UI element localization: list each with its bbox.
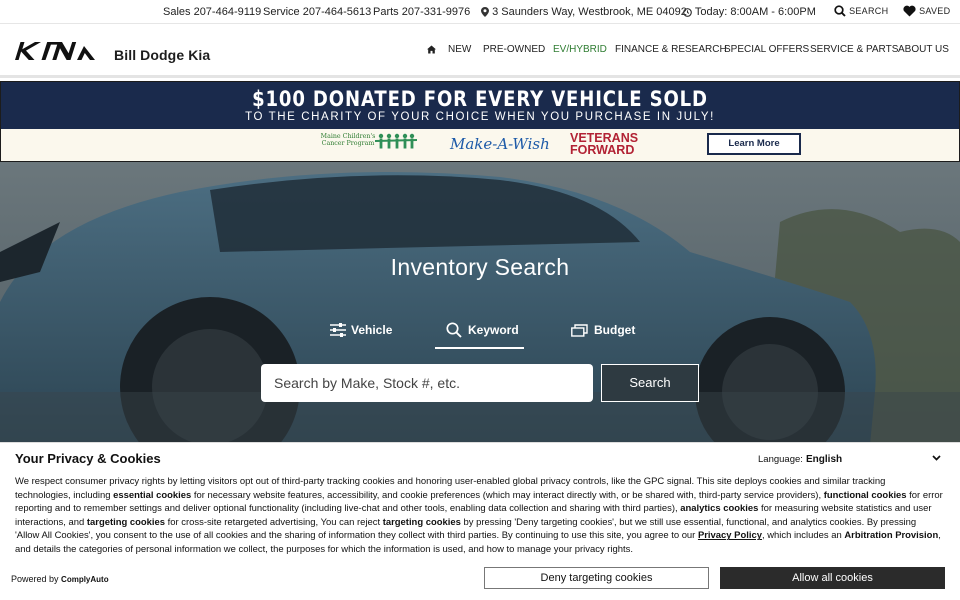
parts-phone-link[interactable]: Parts 207-331-9976 — [373, 6, 470, 18]
cards-icon — [571, 324, 588, 337]
saved-link[interactable]: SAVED — [903, 5, 950, 17]
allow-all-cookies-button[interactable]: Allow all cookies — [720, 567, 945, 589]
home-icon[interactable] — [427, 45, 436, 54]
nav-ev-hybrid[interactable]: EV/HYBRID — [553, 44, 607, 55]
kia-logo[interactable] — [13, 41, 97, 61]
site-header: Bill Dodge Kia NEW PRE-OWNED EV/HYBRID F… — [0, 24, 960, 78]
arbitration-provision-term: Arbitration Provision — [844, 530, 939, 542]
banner-headline: $100 DONATED FOR EVERY VEHICLE SOLD — [252, 87, 708, 111]
nav-finance-research[interactable]: FINANCE & RESEARCH — [615, 44, 727, 55]
tab-keyword[interactable]: Keyword — [435, 317, 524, 349]
promo-banner[interactable]: $100 DONATED FOR EVERY VEHICLE SOLD TO T… — [0, 81, 960, 162]
search-label: SEARCH — [849, 6, 889, 16]
chevron-down-icon — [932, 455, 941, 461]
hero-title: Inventory Search — [390, 254, 570, 280]
privacy-body-text: We respect consumer privacy rights by le… — [15, 475, 943, 557]
tab-keyword-label: Keyword — [468, 323, 519, 337]
banner-logo-strip: Maine Children's Cancer Program Make-A-W… — [1, 129, 959, 161]
service-phone-link[interactable]: Service 207-464-5613 — [263, 6, 371, 18]
nav-pre-owned[interactable]: PRE-OWNED — [483, 44, 545, 55]
clock-icon — [683, 7, 692, 17]
heart-icon — [903, 5, 916, 17]
sliders-icon — [330, 323, 346, 337]
functional-cookies-term: functional cookies — [823, 489, 907, 501]
nav-new[interactable]: NEW — [448, 44, 471, 55]
targeting-cookies-term: targeting cookies — [86, 516, 166, 528]
language-label: Language: — [758, 454, 803, 465]
search-icon — [834, 5, 846, 17]
inventory-search-input[interactable] — [261, 364, 593, 402]
nav-special-offers[interactable]: SPECIAL OFFERS — [724, 44, 809, 55]
language-select[interactable]: English — [806, 450, 944, 468]
privacy-text-segment: for necessary website features, accessib… — [191, 489, 824, 501]
hero-inventory-search: Inventory Search Vehicle Keyword Budget … — [0, 162, 960, 445]
veterans-forward-logo: VETERANS FORWARD — [570, 131, 644, 157]
powered-by: Powered by ComplyAuto — [11, 574, 109, 584]
tab-vehicle-label: Vehicle — [351, 323, 393, 337]
hero-vehicle-image — [0, 162, 960, 445]
address-text: 3 Saunders Way, Westbrook, ME 04092 — [492, 6, 687, 18]
privacy-cookie-banner: Your Privacy & Cookies Language: English… — [0, 442, 960, 600]
targeting-cookies-term: targeting cookies — [382, 516, 461, 528]
tab-budget-label: Budget — [594, 323, 636, 337]
page: Sales 207-464-9119 Service 207-464-5613 … — [0, 0, 960, 600]
analytics-cookies-term: analytics cookies — [680, 503, 759, 515]
search-icon — [446, 322, 462, 338]
deny-targeting-cookies-button[interactable]: Deny targeting cookies — [484, 567, 709, 589]
banner-subline: TO THE CHARITY OF YOUR CHOICE WHEN YOU P… — [245, 111, 715, 123]
hours-link[interactable]: Today: 8:00AM - 6:00PM — [683, 6, 816, 18]
powered-by-label: Powered by — [11, 574, 59, 584]
banner-headline-area: $100 DONATED FOR EVERY VEHICLE SOLD TO T… — [1, 82, 959, 129]
map-pin-icon — [481, 7, 489, 18]
search-toggle[interactable]: SEARCH — [834, 5, 888, 17]
learn-more-button[interactable]: Learn More — [707, 133, 801, 155]
nav-service-parts[interactable]: SERVICE & PARTS — [810, 44, 898, 55]
veterans-forward-logo-text: VETERANS FORWARD — [570, 131, 639, 157]
make-a-wish-logo: Make-A-Wish — [450, 135, 550, 153]
maine-childrens-logo-text: Maine Children's Cancer Program — [320, 133, 376, 147]
tab-vehicle[interactable]: Vehicle — [326, 317, 392, 349]
privacy-text-segment: for cross-site retargeted advertising, Y… — [165, 516, 383, 528]
essential-cookies-term: essential cookies — [113, 489, 192, 501]
inventory-search-button[interactable]: Search — [601, 364, 699, 402]
nav-about-us[interactable]: ABOUT US — [898, 44, 949, 55]
hours-text: Today: 8:00AM - 6:00PM — [694, 6, 816, 18]
maine-childrens-cancer-program-logo: Maine Children's Cancer Program — [319, 131, 419, 159]
complyauto-link[interactable]: ComplyAuto — [61, 575, 109, 584]
saved-label: SAVED — [919, 6, 951, 16]
address-link[interactable]: 3 Saunders Way, Westbrook, ME 04092 — [481, 6, 687, 18]
dealer-name: Bill Dodge Kia — [114, 47, 211, 63]
privacy-title: Your Privacy & Cookies — [15, 451, 161, 466]
privacy-text-segment: , which includes an — [761, 530, 845, 542]
sales-phone-link[interactable]: Sales 207-464-9119 — [163, 6, 261, 18]
utility-bar: Sales 207-464-9119 Service 207-464-5613 … — [0, 0, 960, 24]
tab-budget[interactable]: Budget — [568, 317, 636, 349]
privacy-policy-link[interactable]: Privacy Policy — [698, 530, 762, 541]
